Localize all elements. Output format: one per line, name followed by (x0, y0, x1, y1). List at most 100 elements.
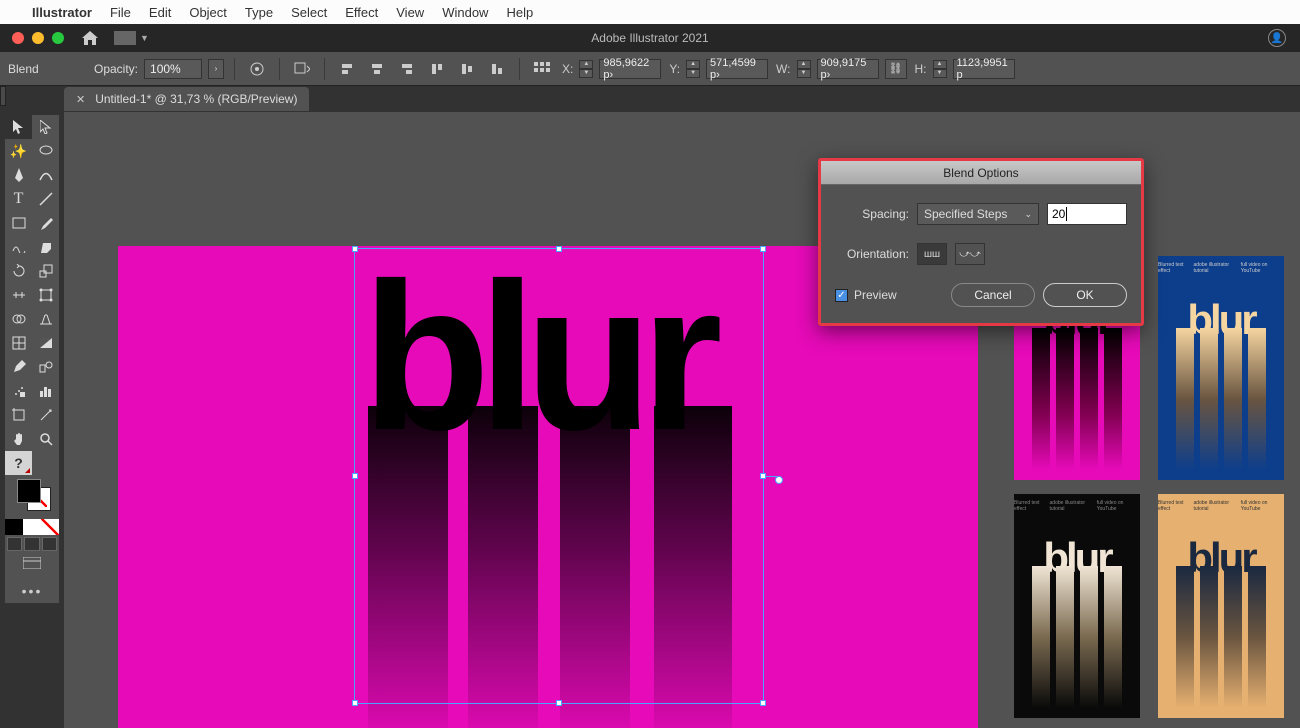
draw-behind-icon[interactable] (24, 537, 39, 551)
color-black-icon[interactable] (5, 519, 23, 535)
eyedropper-tool-icon[interactable] (5, 355, 32, 379)
ok-button[interactable]: OK (1043, 283, 1127, 307)
home-icon[interactable] (82, 31, 98, 45)
color-white-icon[interactable] (23, 519, 41, 535)
transform-icon[interactable] (290, 57, 314, 81)
mesh-tool-icon[interactable] (5, 331, 32, 355)
gradient-tool-icon[interactable] (32, 331, 59, 355)
draw-inside-icon[interactable] (42, 537, 57, 551)
app-name[interactable]: Illustrator (32, 5, 92, 20)
opacity-input[interactable]: 100% (144, 59, 202, 79)
rotation-handle-icon[interactable] (775, 476, 783, 484)
color-none-icon[interactable] (41, 519, 59, 535)
direct-selection-tool-icon[interactable] (32, 115, 59, 139)
h-input[interactable]: 1123,9951 p (953, 59, 1015, 79)
type-tool-icon[interactable]: T (5, 187, 32, 211)
unknown-tool-icon[interactable]: ? (5, 451, 32, 475)
chevron-down-icon[interactable]: ▼ (140, 33, 149, 43)
panel-stub-icon[interactable] (0, 86, 6, 106)
shape-builder-tool-icon[interactable] (5, 307, 32, 331)
opacity-dropdown-icon[interactable]: › (208, 59, 224, 79)
x-stepper[interactable]: ▲▼ (579, 60, 593, 78)
artboard-tool-icon[interactable] (5, 403, 32, 427)
align-bottom-icon[interactable] (485, 57, 509, 81)
lasso-tool-icon[interactable] (32, 139, 59, 163)
menu-object[interactable]: Object (189, 5, 227, 20)
y-input[interactable]: 571,4599 p› (706, 59, 768, 79)
menu-help[interactable]: Help (506, 5, 533, 20)
menu-view[interactable]: View (396, 5, 424, 20)
thumbnail-blue[interactable]: Blurred text effectadobe illustrator tut… (1158, 256, 1284, 480)
perspective-grid-tool-icon[interactable] (32, 307, 59, 331)
transform-panel-icon[interactable] (530, 57, 554, 81)
scale-tool-icon[interactable] (32, 259, 59, 283)
slice-tool-icon[interactable] (32, 403, 59, 427)
selection-tool-icon[interactable] (5, 115, 32, 139)
x-input[interactable]: 985,9622 p› (599, 59, 661, 79)
document-tab[interactable]: ✕ Untitled-1* @ 31,73 % (RGB/Preview) (64, 87, 309, 111)
handle-icon[interactable] (760, 700, 766, 706)
close-tab-icon[interactable]: ✕ (76, 93, 85, 106)
rotate-tool-icon[interactable] (5, 259, 32, 283)
shaper-tool-icon[interactable] (5, 235, 32, 259)
pen-tool-icon[interactable] (5, 163, 32, 187)
more-tools-icon[interactable]: ••• (5, 579, 59, 603)
menu-type[interactable]: Type (245, 5, 273, 20)
magic-wand-tool-icon[interactable]: ✨ (5, 139, 32, 163)
h-stepper[interactable]: ▲▼ (933, 60, 947, 78)
handle-icon[interactable] (352, 700, 358, 706)
menu-edit[interactable]: Edit (149, 5, 171, 20)
align-top-icon[interactable] (425, 57, 449, 81)
menu-select[interactable]: Select (291, 5, 327, 20)
line-tool-icon[interactable] (32, 187, 59, 211)
recolor-icon[interactable] (245, 57, 269, 81)
handle-icon[interactable] (760, 246, 766, 252)
align-right-icon[interactable] (395, 57, 419, 81)
blend-tool-icon[interactable] (32, 355, 59, 379)
fill-swatch[interactable] (17, 479, 41, 503)
rectangle-tool-icon[interactable] (5, 211, 32, 235)
thumbnail-black[interactable]: Blurred text effectadobe illustrator tut… (1014, 494, 1140, 718)
width-tool-icon[interactable] (5, 283, 32, 307)
w-input[interactable]: 909,9175 p› (817, 59, 879, 79)
y-stepper[interactable]: ▲▼ (686, 60, 700, 78)
close-window-icon[interactable] (12, 32, 24, 44)
w-stepper[interactable]: ▲▼ (797, 60, 811, 78)
orientation-page-icon[interactable]: шш (917, 243, 947, 265)
thumbnail-orange[interactable]: Blurred text effectadobe illustrator tut… (1158, 494, 1284, 718)
maximize-window-icon[interactable] (52, 32, 64, 44)
screen-mode-icon[interactable] (5, 553, 59, 573)
minimize-window-icon[interactable] (32, 32, 44, 44)
orientation-label: Orientation: (835, 247, 909, 261)
preview-checkbox[interactable]: ✓ Preview (835, 288, 897, 302)
free-transform-tool-icon[interactable] (32, 283, 59, 307)
orientation-path-icon[interactable]: ⤻⤻ (955, 243, 985, 265)
zoom-tool-icon[interactable] (32, 427, 59, 451)
dialog-title: Blend Options (821, 161, 1141, 185)
symbol-sprayer-tool-icon[interactable] (5, 379, 32, 403)
handle-icon[interactable] (352, 473, 358, 479)
draw-normal-icon[interactable] (7, 537, 22, 551)
spacing-select[interactable]: Specified Steps ⌄ (917, 203, 1039, 225)
menu-effect[interactable]: Effect (345, 5, 378, 20)
selection-bounding-box[interactable] (354, 248, 764, 704)
graph-tool-icon[interactable] (32, 379, 59, 403)
paintbrush-tool-icon[interactable] (32, 211, 59, 235)
handle-icon[interactable] (556, 700, 562, 706)
curvature-tool-icon[interactable] (32, 163, 59, 187)
menu-file[interactable]: File (110, 5, 131, 20)
cancel-button[interactable]: Cancel (951, 283, 1035, 307)
workspace-icon[interactable] (114, 31, 136, 45)
fill-stroke-swatch[interactable] (5, 475, 59, 519)
handle-icon[interactable] (556, 246, 562, 252)
align-left-icon[interactable] (335, 57, 359, 81)
align-center-h-icon[interactable] (365, 57, 389, 81)
align-center-v-icon[interactable] (455, 57, 479, 81)
user-icon[interactable]: 👤 (1268, 29, 1286, 47)
eraser-tool-icon[interactable] (32, 235, 59, 259)
link-wh-icon[interactable]: ⛓ (885, 59, 907, 79)
menu-window[interactable]: Window (442, 5, 488, 20)
handle-icon[interactable] (352, 246, 358, 252)
hand-tool-icon[interactable] (5, 427, 32, 451)
spacing-steps-input[interactable]: 20 (1047, 203, 1127, 225)
